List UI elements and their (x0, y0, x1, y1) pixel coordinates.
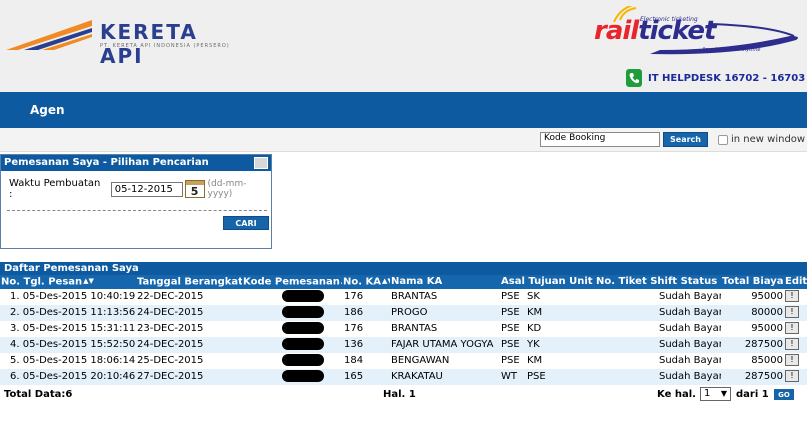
sort-arrows-icon: ▲▼ (83, 277, 94, 285)
col-asal-tujuan-status: Asal Tujuan Unit No. Tiket Shift Status (500, 275, 721, 289)
kereta-api-logo[interactable]: KERETA API PT. KERETA API INDONESIA (PER… (4, 14, 244, 68)
redacted-booking-code (282, 305, 324, 318)
date-format-hint: (dd-mm-yyyy) (207, 179, 247, 199)
phone-icon (626, 69, 642, 87)
filter-panel-header: Pemesanan Saya - Pilihan Pencarian (1, 155, 271, 171)
new-window-label: in new window (731, 134, 806, 145)
waktu-label: Waktu Pembuatan : (9, 178, 101, 200)
panel-toggle-button[interactable] (254, 157, 268, 169)
edit-button[interactable]: ! (785, 305, 799, 318)
table-row: 5. 05-Des-2015 18:06:14 25-DEC-2015 184 … (0, 352, 807, 369)
results-section: Daftar Pemesanan Saya No. Tgl. Pesan▲▼ T… (0, 262, 807, 385)
kode-booking-input[interactable]: Kode Booking (540, 132, 660, 147)
railticket-rail: rail (594, 16, 639, 46)
edit-button[interactable]: ! (785, 353, 799, 366)
search-button[interactable]: Search (663, 132, 708, 147)
col-tgl-pesan[interactable]: No. Tgl. Pesan▲▼ (0, 275, 136, 289)
current-page: Hal. 1 (383, 389, 416, 400)
calendar-day: 5 (190, 184, 199, 198)
col-total-biaya: Total Biaya (721, 275, 784, 289)
ke-hal-label: Ke hal. (657, 389, 696, 400)
table-header-row: No. Tgl. Pesan▲▼ Tanggal Berangkat▲▼ Kod… (0, 275, 807, 289)
divider (7, 210, 267, 211)
edit-button[interactable]: ! (785, 289, 799, 302)
calendar-icon[interactable]: 5 (184, 180, 205, 198)
kereta-api-logo-icon (6, 20, 92, 50)
filter-panel-title: Pemesanan Saya - Pilihan Pencarian (4, 157, 209, 168)
search-bar: Kode Booking Search in new window (0, 128, 807, 152)
railticket-slogan: Anywhere and Anytime (702, 47, 761, 53)
table-row: 6. 05-Des-2015 20:10:46 27-DEC-2015 165 … (0, 368, 807, 385)
total-data: Total Data:6 (4, 389, 73, 400)
redacted-booking-code (282, 337, 324, 350)
navbar: Agen (0, 92, 807, 128)
railticket-wordmark: railticket (594, 16, 716, 46)
table-row: 4. 05-Des-2015 15:52:50 24-DEC-2015 136 … (0, 336, 807, 353)
filter-panel: Pemesanan Saya - Pilihan Pencarian Waktu… (0, 154, 272, 249)
helpdesk: IT HELPDESK 16702 - 16703 (626, 69, 805, 87)
table-row: 2. 05-Des-2015 11:13:56 24-DEC-2015 186 … (0, 304, 807, 321)
edit-button[interactable]: ! (785, 369, 799, 382)
railticket-logo[interactable]: Electronic ticketing railticket Anywhere… (590, 6, 802, 62)
col-kode-pemesanan[interactable]: Kode Pemesanan▲▼ (242, 275, 342, 289)
redacted-booking-code (282, 369, 324, 382)
col-nama-ka: Nama KA (390, 275, 500, 289)
results-table: No. Tgl. Pesan▲▼ Tanggal Berangkat▲▼ Kod… (0, 275, 807, 385)
redacted-booking-code (282, 321, 324, 334)
col-edit: Edit (784, 275, 807, 289)
redacted-booking-code (282, 289, 324, 302)
chevron-down-icon: ▼ (720, 389, 727, 398)
sort-arrows-icon: ▲▼ (382, 277, 390, 285)
cari-button[interactable]: CARI (223, 216, 269, 230)
nav-agen[interactable]: Agen (30, 103, 65, 117)
edit-button[interactable]: ! (785, 337, 799, 350)
col-tanggal-berangkat[interactable]: Tanggal Berangkat▲▼ (136, 275, 242, 289)
new-window-checkbox[interactable] (718, 135, 728, 145)
page-select[interactable]: 1 ▼ (700, 387, 731, 401)
header: KERETA API PT. KERETA API INDONESIA (PER… (0, 0, 807, 92)
helpdesk-text: IT HELPDESK 16702 - 16703 (648, 72, 806, 84)
dari-label: dari 1 (736, 389, 769, 400)
brand-subtitle: PT. KERETA API INDONESIA (PERSERO) (100, 43, 230, 49)
results-title: Daftar Pemesanan Saya (0, 262, 807, 275)
waktu-date-input[interactable]: 05-12-2015 (110, 181, 183, 197)
table-row: 1. 05-Des-2015 10:40:19 22-DEC-2015 176 … (0, 288, 807, 305)
railticket-ticket: ticket (638, 16, 716, 46)
edit-button[interactable]: ! (785, 321, 799, 334)
pagination-footer: Total Data:6 Hal. 1 Ke hal. 1 ▼ dari 1 G… (0, 386, 807, 404)
col-no-ka[interactable]: No. KA▲▼ (342, 275, 390, 289)
table-row: 3. 05-Des-2015 15:31:11 23-DEC-2015 176 … (0, 320, 807, 337)
redacted-booking-code (282, 353, 324, 366)
waktu-row: Waktu Pembuatan : 05-12-2015 5 (dd-mm-yy… (9, 178, 271, 200)
go-button[interactable]: GO (774, 389, 794, 400)
sort-arrows-icon: ▲▼ (341, 275, 342, 288)
